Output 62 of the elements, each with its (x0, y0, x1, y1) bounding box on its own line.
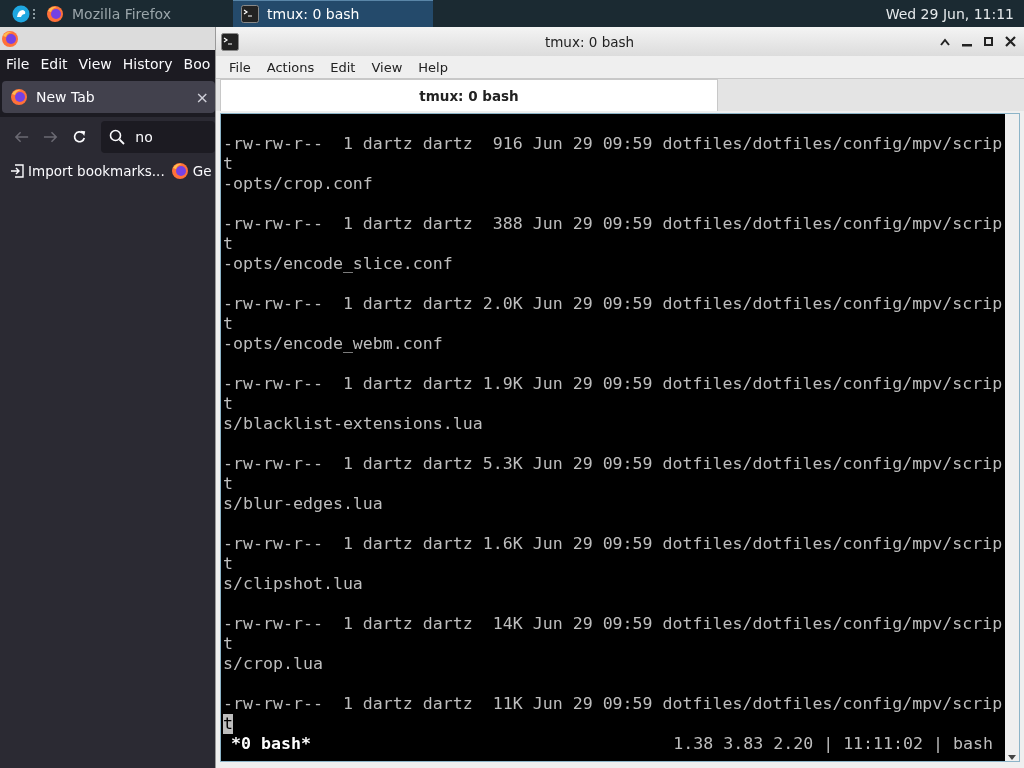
reload-icon[interactable] (72, 129, 88, 145)
terminal-line: -rw-rw-r-- 1 dartz dartz 916 Jun 29 09:59 dotfiles/dotfiles/config/mpv/scrip (223, 134, 1003, 154)
scrollbar[interactable] (1005, 114, 1019, 761)
tmux-window-label: *0 bash* (231, 734, 311, 754)
forward-icon[interactable] (43, 130, 59, 144)
menu-item[interactable]: File (229, 59, 251, 75)
menu-item[interactable]: Edit (40, 55, 68, 72)
terminal-line: s/crop.lua (223, 654, 323, 674)
terminal-line: t (223, 154, 233, 174)
terminal-line: t (223, 314, 233, 334)
bookmark-item[interactable]: Ge (170, 162, 212, 180)
menu-item[interactable]: Boo (183, 55, 211, 72)
firefox-logo-icon (46, 4, 64, 23)
terminal-line: -rw-rw-r-- 1 dartz dartz 1.6K Jun 29 09:59 dotfiles/dotfiles/config/mpv/scrip (223, 534, 1003, 554)
terminal-line: -opts/encode_slice.conf (223, 254, 453, 274)
close-tab-button[interactable]: × (195, 87, 209, 107)
app-icon (1, 29, 19, 48)
terminal-line: -opts/crop.conf (223, 174, 373, 194)
menu-item[interactable]: Actions (266, 59, 315, 75)
drag-handle-icon (32, 7, 36, 20)
terminal-line: -rw-rw-r-- 1 dartz dartz 14K Jun 29 09:59 dotfiles/dotfiles/config/mpv/scrip (223, 614, 1003, 634)
menu-item[interactable]: Help (418, 59, 448, 75)
import-icon (10, 164, 24, 178)
bookmark-favicon-icon (170, 162, 189, 180)
terminal-line: -rw-rw-r-- 1 dartz dartz 11K Jun 29 09:59 dotfiles/dotfiles/config/mpv/scrip (223, 694, 1003, 714)
terminal-line: -opts/encode_webm.conf (223, 334, 443, 354)
search-icon (109, 129, 126, 145)
app-launcher-icon[interactable] (12, 4, 30, 23)
address-field[interactable]: no (101, 121, 215, 153)
terminal-tab[interactable]: tmux: 0 bash (220, 79, 718, 111)
clock-text: Wed 29 Jun, 11:11 (885, 5, 1014, 22)
back-icon[interactable] (14, 130, 30, 144)
terminal-icon (241, 5, 259, 23)
terminal-line: -rw-rw-r-- 1 dartz dartz 388 Jun 29 09:59 dotfiles/dotfiles/config/mpv/scrip (223, 214, 1003, 234)
terminal-line: t (223, 634, 233, 654)
menu-item[interactable]: History (122, 55, 173, 72)
maximize-icon[interactable] (984, 37, 993, 46)
menu-item[interactable]: View (371, 59, 403, 75)
terminal-line: s/blacklist-extensions.lua (223, 414, 483, 434)
tab-favicon-icon (10, 88, 28, 106)
taskbar-button[interactable]: Mozilla Firefox (38, 0, 233, 27)
terminal-line: -rw-rw-r-- 1 dartz dartz 2.0K Jun 29 09:59 dotfiles/dotfiles/config/mpv/scrip (223, 294, 1003, 314)
keep-above-icon[interactable] (940, 37, 950, 46)
menu-item[interactable]: File (6, 55, 30, 72)
terminal-line: t (223, 394, 233, 414)
terminal-line: s/blur-edges.lua (223, 494, 383, 514)
terminal-line: s/clipshot.lua (223, 574, 363, 594)
terminal-line: t (223, 474, 233, 494)
close-icon[interactable] (1005, 36, 1016, 47)
terminal-line: t (223, 234, 233, 254)
taskbar-button[interactable]: tmux: 0 bash (233, 0, 433, 27)
terminal-line: t (223, 554, 233, 574)
tmux-status-info: 1.38 3.83 2.20 | 11:11:02 | bash (673, 734, 993, 754)
terminal-line: -rw-rw-r-- 1 dartz dartz 1.9K Jun 29 09:59 dotfiles/dotfiles/config/mpv/scrip (223, 374, 1003, 394)
browser-tab[interactable]: New Tab × (2, 81, 215, 113)
menu-item[interactable]: View (78, 55, 112, 72)
bookmark-item[interactable]: Import bookmarks... (10, 163, 165, 179)
scroll-down-icon[interactable] (1008, 755, 1016, 761)
app-icon (221, 32, 239, 51)
window-title: tmux: 0 bash (543, 33, 636, 50)
menu-item[interactable]: Edit (330, 59, 356, 75)
terminal-line: -rw-rw-r-- 1 dartz dartz 5.3K Jun 29 09:59 dotfiles/dotfiles/config/mpv/scrip (223, 454, 1003, 474)
